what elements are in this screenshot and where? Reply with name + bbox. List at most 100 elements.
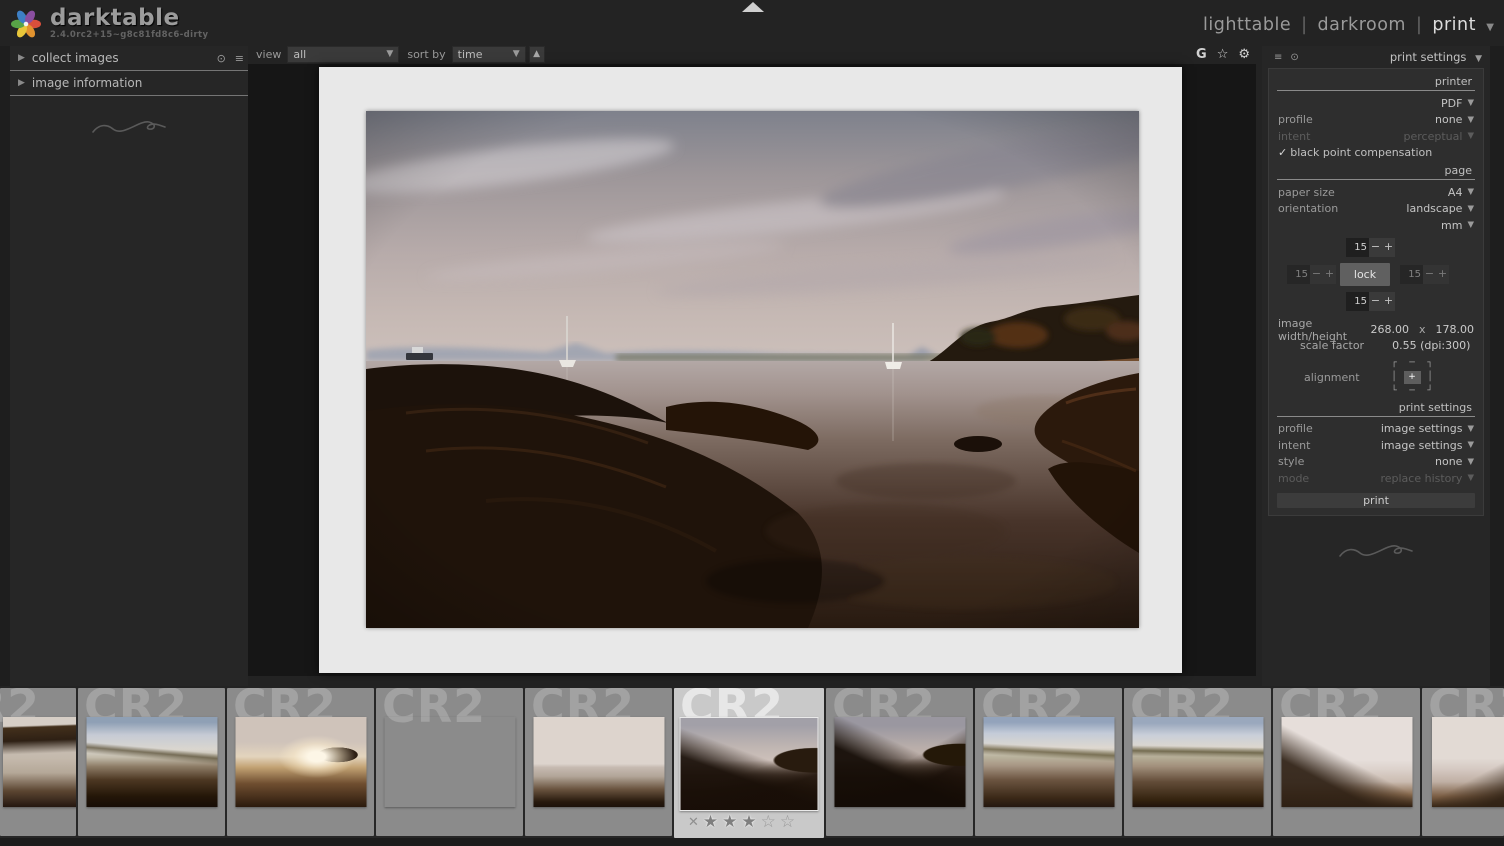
collect-images-module-header[interactable]: ▶ collect images ⊙ ≡ xyxy=(10,46,248,71)
minus-icon[interactable]: − xyxy=(1369,238,1382,257)
chevron-down-icon: ▼ xyxy=(1467,98,1474,108)
align-middle-right-button[interactable]: │ xyxy=(1422,371,1439,384)
minus-icon[interactable]: − xyxy=(1423,265,1436,284)
module-reset-icon[interactable]: ⊙ xyxy=(217,52,226,65)
star-icon[interactable]: ★ xyxy=(703,813,718,831)
thumbnail-image xyxy=(1432,717,1504,807)
star-icon[interactable]: ☆ xyxy=(761,813,776,831)
orientation-select[interactable]: landscape ▼ xyxy=(1406,202,1474,215)
style-select[interactable]: none ▼ xyxy=(1435,455,1474,468)
sort-ascending-button[interactable]: ▲ xyxy=(529,46,545,63)
filmstrip-thumbnail[interactable]: CR2 xyxy=(1124,688,1271,836)
view-print[interactable]: print xyxy=(1432,15,1476,35)
paper-size-select[interactable]: A4 ▼ xyxy=(1448,186,1474,199)
align-top-center-button[interactable]: ─ xyxy=(1404,357,1421,370)
filmstrip-thumbnail[interactable]: CR2 xyxy=(376,688,523,836)
style-label: style xyxy=(1278,455,1304,468)
module-presets-icon[interactable]: ≡ xyxy=(235,52,244,65)
output-profile-value: image settings xyxy=(1381,422,1463,435)
output-intent-label: intent xyxy=(1278,439,1310,452)
filmstrip-thumbnail[interactable]: CR2 xyxy=(1273,688,1420,836)
plus-icon[interactable]: + xyxy=(1323,265,1336,284)
center-toolbar: view all ▼ sort by time ▼ ▲ G ☆ ⚙ xyxy=(248,44,1256,64)
filmstrip-thumbnail[interactable]: CR2 xyxy=(0,688,76,836)
align-bottom-left-button[interactable]: └ xyxy=(1386,385,1403,398)
printer-intent-label: intent xyxy=(1278,130,1310,143)
margin-right-spinner[interactable]: 15 − + xyxy=(1400,265,1449,284)
black-point-compensation-row[interactable]: ✓ black point compensation xyxy=(1276,145,1476,162)
output-profile-row: profile image settings ▼ xyxy=(1276,421,1476,438)
margin-top-spinner[interactable]: 15 − + xyxy=(1346,238,1395,257)
orientation-value: landscape xyxy=(1406,202,1462,215)
margin-left-value[interactable]: 15 xyxy=(1287,265,1310,284)
module-presets-icon[interactable]: ≡ xyxy=(1274,52,1282,63)
minus-icon[interactable]: − xyxy=(1369,292,1382,311)
chevron-down-icon: ▼ xyxy=(1467,440,1474,450)
reject-icon[interactable]: ✕ xyxy=(688,815,699,830)
view-darkroom[interactable]: darkroom xyxy=(1318,15,1406,35)
star-icon[interactable]: ☆ xyxy=(780,813,795,831)
thumbnail-image xyxy=(983,717,1114,807)
collapse-top-panel-arrow[interactable] xyxy=(742,2,764,12)
chevron-down-icon: ▼ xyxy=(1467,204,1474,214)
preferences-gear-icon[interactable]: ⚙ xyxy=(1238,47,1250,62)
plus-icon[interactable]: + xyxy=(1382,238,1395,257)
minus-icon[interactable]: − xyxy=(1310,265,1323,284)
unit-row: mm ▼ xyxy=(1276,217,1476,234)
print-preview-canvas xyxy=(248,64,1256,676)
paper-size-value: A4 xyxy=(1448,186,1463,199)
filmstrip-thumbnail[interactable]: CR2 xyxy=(525,688,672,836)
image-information-module-header[interactable]: ▶ image information xyxy=(10,71,248,96)
times-label: x xyxy=(1419,323,1426,336)
margin-bottom-value[interactable]: 15 xyxy=(1346,292,1369,311)
filmstrip-thumbnail[interactable]: CR2 xyxy=(1422,688,1504,836)
output-profile-label: profile xyxy=(1278,422,1313,435)
printer-device-select[interactable]: PDF ▼ xyxy=(1441,97,1474,110)
align-middle-left-button[interactable]: │ xyxy=(1386,371,1403,384)
star-icon[interactable]: ★ xyxy=(722,813,737,831)
margin-left-spinner[interactable]: 15 − + xyxy=(1287,265,1336,284)
plus-icon[interactable]: + xyxy=(1382,292,1395,311)
module-title[interactable]: print settings ▼ xyxy=(1390,50,1482,64)
align-bottom-right-button[interactable]: ┘ xyxy=(1422,385,1439,398)
chevron-down-icon: ▼ xyxy=(1467,424,1474,434)
right-panel-gutter xyxy=(1490,46,1504,686)
filmstrip-thumbnail[interactable]: CR2 xyxy=(826,688,973,836)
margin-bottom-spinner[interactable]: 15 − + xyxy=(1346,292,1395,311)
checkbox-checked-icon[interactable]: ✓ xyxy=(1278,146,1287,159)
print-button[interactable]: print xyxy=(1277,493,1475,508)
app-version: 2.4.0rc2+15~g8c81fd8c6-dirty xyxy=(50,30,208,40)
star-icon[interactable]: ★ xyxy=(741,813,756,831)
view-filter-select[interactable]: all ▼ xyxy=(287,46,399,63)
thumbnail-image xyxy=(834,717,965,807)
filmstrip-thumbnail[interactable]: CR2✕★★★☆☆ xyxy=(674,688,824,838)
align-center-button[interactable]: + xyxy=(1404,371,1421,384)
printer-profile-select[interactable]: none ▼ xyxy=(1435,113,1474,126)
panel-end-flourish xyxy=(89,114,169,142)
image-width-value: 268.00 xyxy=(1370,323,1409,336)
view-lighttable[interactable]: lighttable xyxy=(1203,15,1291,35)
margin-top-value[interactable]: 15 xyxy=(1346,238,1369,257)
sort-by-select[interactable]: time ▼ xyxy=(452,46,526,63)
margin-right-value[interactable]: 15 xyxy=(1400,265,1423,284)
margins-lock-button[interactable]: lock xyxy=(1340,263,1390,286)
output-profile-select[interactable]: image settings ▼ xyxy=(1381,422,1474,435)
output-intent-select[interactable]: image settings ▼ xyxy=(1381,439,1474,452)
align-top-left-button[interactable]: ┌ xyxy=(1386,357,1403,370)
view-separator: | xyxy=(1416,15,1422,35)
filmstrip-thumbnail[interactable]: CR2 xyxy=(227,688,374,836)
view-switcher: lighttable|darkroom|print xyxy=(1203,15,1476,35)
section-print-settings: print settings xyxy=(1277,401,1475,417)
star-filter-icon[interactable]: ☆ xyxy=(1217,47,1229,62)
views-dropdown-caret-icon[interactable]: ▼ xyxy=(1486,22,1494,33)
align-top-right-button[interactable]: ┐ xyxy=(1422,357,1439,370)
unit-select[interactable]: mm ▼ xyxy=(1441,219,1474,232)
grouping-icon[interactable]: G xyxy=(1196,47,1207,62)
module-reset-icon[interactable]: ⊙ xyxy=(1290,52,1298,63)
filmstrip-thumbnail[interactable]: CR2 xyxy=(78,688,225,836)
align-bottom-center-button[interactable]: ─ xyxy=(1404,385,1421,398)
printer-device-value: PDF xyxy=(1441,97,1462,110)
filmstrip-thumbnail[interactable]: CR2 xyxy=(975,688,1122,836)
app-logo-block: darktable 2.4.0rc2+15~g8c81fd8c6-dirty xyxy=(8,6,208,42)
plus-icon[interactable]: + xyxy=(1436,265,1449,284)
